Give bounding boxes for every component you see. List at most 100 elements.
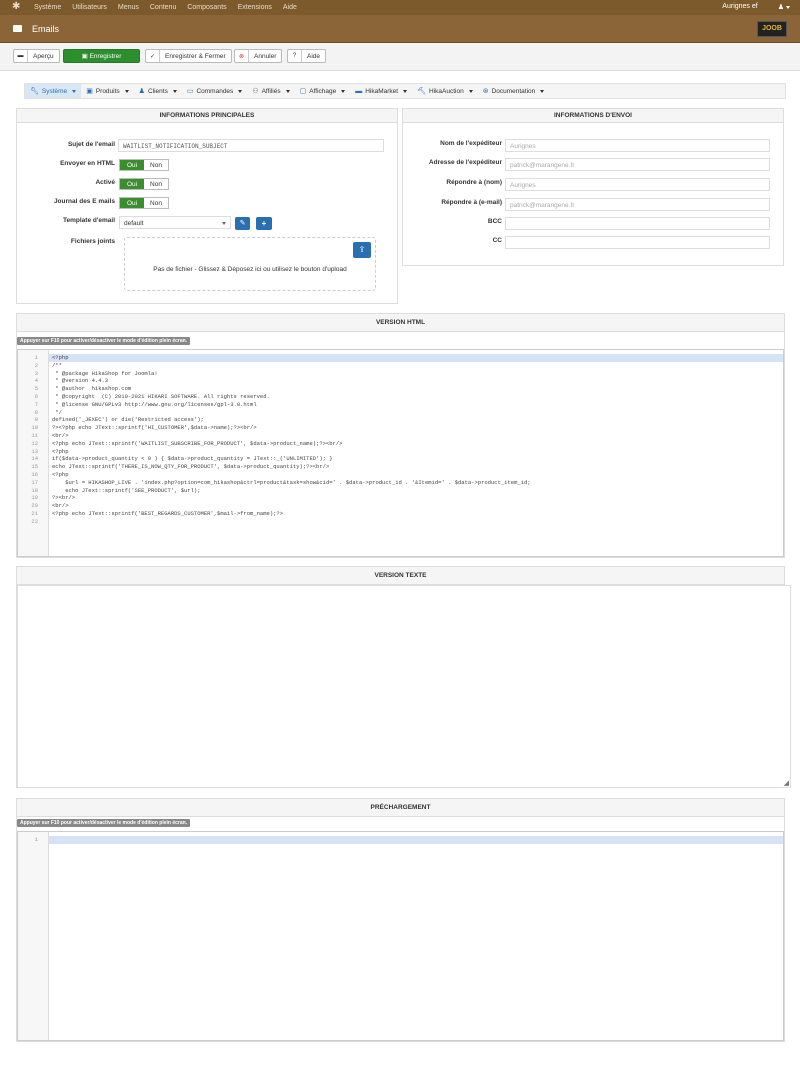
nav-item-system[interactable]: 🔧︎ Système [25, 84, 82, 98]
line-number: 2 [34, 361, 38, 369]
top-menu-item[interactable]: Menus [118, 4, 139, 11]
preview-icon: ▬ [14, 50, 28, 62]
code-line: * @author hikashop.com [52, 385, 132, 393]
code-line: echo JText::sprintf('THERE_IS_NOW_QTY_FO… [52, 463, 330, 471]
line-gutter [18, 832, 49, 1040]
help-button[interactable]: ? Aide [287, 49, 327, 63]
code-line: echo JText::sprintf('SEE_PRODUCT', $url)… [52, 486, 201, 494]
upload-button[interactable]: ⇪ [353, 242, 371, 258]
code-line: <?php echo JText::sprintf('WAITLIST_SUBS… [52, 439, 343, 447]
html-code-editor[interactable]: 1 <?php 2 /** 3 * @package HikaShop for Joom… [17, 349, 784, 557]
cancel-button[interactable]: ⊗ Annuler [234, 49, 283, 63]
monitor-icon: ▢ [299, 88, 307, 95]
line-number: 7 [34, 400, 38, 408]
nav-item-products[interactable]: ▣ Produits [81, 84, 133, 98]
chevron-down-icon [124, 89, 129, 93]
line-number: 6 [34, 393, 38, 400]
top-menu-item[interactable]: Système [34, 4, 61, 11]
from-name-input[interactable]: Aurignes [505, 139, 770, 152]
nav-item-affiliates[interactable]: ⚇ Affiliés [247, 84, 294, 98]
save-close-button[interactable]: ✓ Enregistrer & Fermer [145, 49, 232, 63]
top-menu-item[interactable]: Aide [283, 4, 297, 11]
lifebuoy-icon: ⊛ [482, 88, 489, 95]
template-label: Template d'email [63, 217, 115, 224]
nav-item-display[interactable]: ▢ Affichage [295, 84, 351, 98]
subject-input[interactable]: WAITLIST_NOTIFICATION_SUBJECT [118, 139, 384, 152]
hikashop-menu: 🔧︎ Système ▣ Produits ♟ Clients ▭ Commandes … [24, 83, 786, 99]
email-log-label: Journal des E mails [53, 198, 115, 205]
fullscreen-hint: Appuyer sur F10 pour activer/désactiver … [17, 819, 191, 827]
top-menu-item[interactable]: Utilisateurs [72, 4, 107, 11]
panel-title: VERSION HTML [17, 314, 784, 332]
line-number: 11 [31, 432, 38, 439]
chevron-down-icon [222, 222, 226, 225]
reply-email-label: Répondre à (e-mail) [441, 199, 502, 206]
line-number: 17 [31, 478, 38, 486]
nav-item-documentation[interactable]: ⊛ Documentation [478, 84, 550, 98]
code-line: <?php [52, 354, 69, 361]
chevron-down-icon [341, 89, 346, 93]
top-menu-item[interactable]: Composants [187, 4, 226, 11]
pencil-icon: ✎ [239, 220, 246, 227]
add-template-button[interactable]: + [256, 217, 272, 230]
from-email-input[interactable]: patrick@marangene.fr [505, 158, 770, 171]
panel-title: INFORMATIONS D'ENVOI [403, 109, 783, 123]
bcc-input[interactable] [505, 217, 770, 230]
cc-input[interactable] [505, 236, 770, 249]
yes-option[interactable]: Oui [120, 160, 144, 170]
chevron-down-icon [172, 89, 177, 93]
code-line: <br/> [52, 432, 69, 439]
preview-button[interactable]: ▬ Aperçu [13, 49, 60, 63]
code-line: <?php [52, 471, 69, 478]
save-button[interactable]: ▣ Enregistrer [63, 49, 140, 63]
yes-option[interactable]: Oui [120, 198, 144, 208]
attachments-dropzone[interactable]: ⇪ Pas de fichier - Glissez & Déposez ici… [124, 237, 376, 291]
panel-title: INFORMATIONS PRINCIPALES [17, 109, 397, 123]
no-option[interactable]: Non [144, 179, 168, 189]
code-line: defined('_JEXEC') or die('Restricted acc… [52, 416, 204, 424]
no-option[interactable]: Non [144, 198, 168, 208]
bcc-label: BCC [487, 218, 502, 225]
edit-template-button[interactable]: ✎ [235, 217, 250, 230]
yes-option[interactable]: Oui [120, 179, 144, 189]
user-menu[interactable]: ♟ [778, 3, 790, 11]
attachments-label: Fichiers joints [70, 238, 115, 245]
joomla-logo-icon[interactable]: ✱ [12, 2, 22, 12]
line-number: 5 [34, 385, 38, 393]
reply-name-input[interactable]: Aurignes [505, 178, 770, 191]
no-option[interactable]: Non [144, 160, 168, 170]
active-toggle[interactable]: Oui Non [119, 178, 169, 190]
nav-item-hikamarket[interactable]: ▬ HikaMarket [350, 84, 412, 98]
dropzone-text: Pas de fichier - Glissez & Déposez ici o… [153, 266, 347, 273]
code-line: /** [52, 361, 62, 369]
wrench-icon: 🔧︎ [30, 88, 39, 95]
code-line: <br/> [52, 502, 69, 510]
line-number: 16 [31, 471, 38, 478]
resize-handle-icon[interactable]: ◢ [784, 779, 789, 787]
chevron-down-icon [72, 89, 77, 93]
send-html-label: Envoyer en HTML [60, 160, 115, 167]
chevron-down-icon [403, 89, 408, 93]
admin-top-bar: ✱ Système Utilisateurs Menus Contenu Com… [0, 0, 800, 15]
code-line: <?php echo JText::sprintf('BEST_REGARDS_… [52, 510, 284, 517]
active-line-highlight [49, 354, 783, 362]
plus-icon: + [261, 219, 267, 228]
line-number: 19 [31, 494, 38, 502]
check-icon: ✓ [146, 50, 160, 62]
top-menu-item[interactable]: Contenu [150, 4, 176, 11]
code-line: * @license GNU/GPLv3 http://www.gnu.org/… [52, 400, 257, 408]
page-title: Emails [32, 24, 60, 34]
reply-email-input[interactable]: patrick@marangene.fr [505, 198, 770, 211]
template-select[interactable]: default [119, 216, 231, 229]
text-version-textarea[interactable]: ◢ [17, 585, 791, 788]
send-html-toggle[interactable]: Oui Non [119, 159, 169, 171]
top-menu-item[interactable]: Extensions [238, 4, 272, 11]
nav-item-customers[interactable]: ♟ Clients [134, 84, 182, 98]
nav-item-hikaauction[interactable]: 🔨︎ HikaAuction [412, 84, 478, 98]
line-number: 12 [31, 439, 38, 447]
site-name-link[interactable]: Aurignes ef [722, 3, 757, 11]
preload-code-editor[interactable]: 1 [17, 831, 784, 1041]
line-number: 4 [34, 377, 38, 385]
nav-item-orders[interactable]: ▭ Commandes [182, 84, 247, 98]
email-log-toggle[interactable]: Oui Non [119, 197, 169, 209]
